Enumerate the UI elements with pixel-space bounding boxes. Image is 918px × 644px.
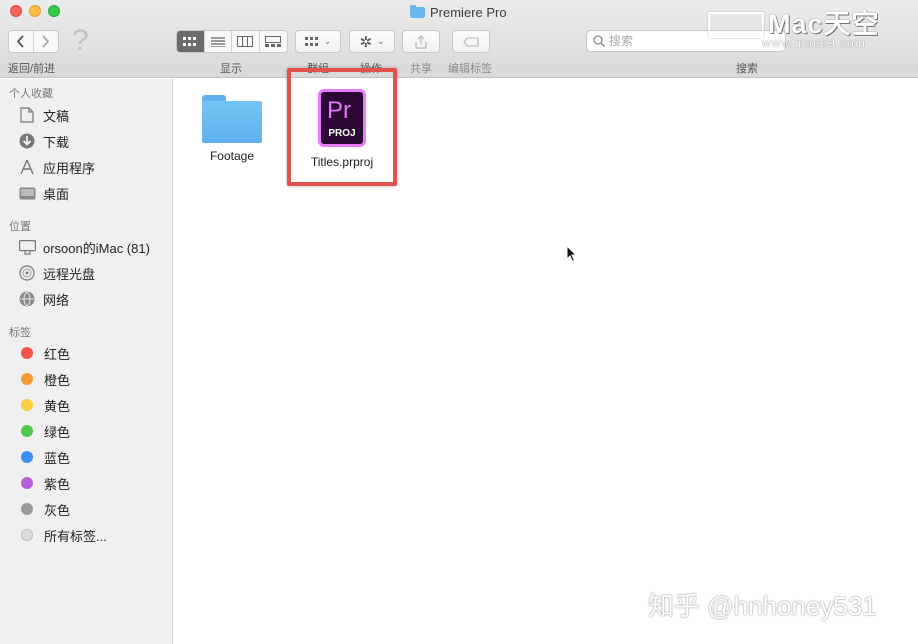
tags-label: 编辑标签: [448, 63, 492, 75]
sidebar-item-desktop[interactable]: 桌面: [18, 183, 69, 203]
sidebar-item-applications[interactable]: 应用程序: [18, 157, 95, 177]
site-watermark: Mac天空 www.mac69.com: [708, 4, 914, 52]
zoom-button[interactable]: [48, 5, 60, 17]
sidebar-item-label: 桌面: [43, 186, 70, 202]
sidebar-tag-purple[interactable]: 紫色: [18, 473, 70, 493]
sidebar-item-imac[interactable]: orsoon的iMac (81): [18, 237, 150, 257]
icon-view-button[interactable]: [177, 31, 205, 52]
sidebar-item-downloads[interactable]: 下载: [18, 131, 69, 151]
green-dot-icon: [21, 425, 33, 437]
sidebar-item-label: 蓝色: [44, 450, 71, 466]
share-icon: [415, 34, 427, 49]
file-name: Footage: [209, 149, 255, 163]
sidebar-item-label: 下载: [43, 134, 70, 150]
zhihu-watermark: 知乎 @hnhoney531: [648, 591, 877, 621]
desktop-icon: [18, 184, 36, 202]
folder-icon: [202, 95, 262, 143]
document-icon: [18, 106, 36, 124]
all-tags-icon: [21, 529, 33, 541]
folder-icon: [410, 4, 425, 18]
network-icon: [18, 290, 36, 308]
chevron-down-icon: ⌄: [323, 36, 332, 46]
sidebar-item-label: 网络: [43, 292, 70, 308]
sidebar-tag-yellow[interactable]: 黄色: [18, 395, 70, 415]
highlight-box: [287, 68, 397, 186]
sidebar-item-label: 应用程序: [43, 160, 96, 176]
close-button[interactable]: [10, 5, 22, 17]
gear-icon: ✲: [359, 33, 373, 51]
file-browser: Footage Pr PROJ Titles.prproj: [174, 79, 918, 644]
sidebar-item-label: 远程光盘: [43, 266, 96, 282]
forward-button[interactable]: [34, 31, 58, 52]
finder-window: Premiere Pro ? 返回/前进 显示 ⌄ 群组 ✲ ⌄ 操作 共享 编…: [0, 0, 918, 644]
disc-icon: [18, 264, 36, 282]
sidebar-item-label: 绿色: [44, 424, 71, 440]
gallery-icon: [265, 36, 282, 47]
chevron-left-icon: [17, 35, 24, 48]
mac-logo-watermark: [708, 12, 764, 38]
window-title: Premiere Pro: [410, 4, 507, 20]
download-icon: [18, 132, 36, 150]
purple-dot-icon: [21, 477, 33, 489]
toolbar: Premiere Pro ? 返回/前进 显示 ⌄ 群组 ✲ ⌄ 操作 共享 编…: [0, 0, 918, 78]
help-icon[interactable]: ?: [72, 24, 89, 58]
sidebar-tag-green[interactable]: 绿色: [18, 421, 70, 441]
sidebar-tag-gray[interactable]: 灰色: [18, 499, 70, 519]
tag-icon: [463, 36, 479, 47]
share-label: 共享: [410, 63, 432, 75]
search-icon: [593, 35, 605, 47]
imac-icon: [18, 238, 36, 256]
applications-icon: [18, 158, 36, 176]
group-button[interactable]: ⌄: [295, 30, 341, 53]
sidebar-tag-orange[interactable]: 橙色: [18, 369, 70, 389]
gray-dot-icon: [21, 503, 33, 515]
sidebar-tag-blue[interactable]: 蓝色: [18, 447, 70, 467]
view-label: 显示: [220, 63, 242, 75]
sidebar-item-label: 橙色: [44, 372, 71, 388]
list-icon: [210, 36, 225, 47]
watermark-url: www.mac69.com: [762, 36, 866, 50]
nav-label: 返回/前进: [8, 63, 56, 75]
window-title-text: Premiere Pro: [430, 4, 507, 20]
locations-header: 位置: [9, 221, 31, 233]
blue-dot-icon: [21, 451, 33, 463]
back-forward-control: [8, 30, 59, 53]
mouse-cursor-icon: [566, 245, 578, 263]
share-button[interactable]: [402, 30, 440, 53]
file-item-footage[interactable]: Footage: [194, 95, 270, 163]
sidebar-item-network[interactable]: 网络: [18, 289, 69, 309]
sidebar-item-documents[interactable]: 文稿: [18, 105, 69, 125]
view-mode-control: [176, 30, 288, 53]
sidebar-item-label: 灰色: [44, 502, 71, 518]
sidebar: 个人收藏 文稿 下载 应用程序 桌面 位置 orsoon的iMac (81) 远…: [0, 79, 173, 644]
red-dot-icon: [21, 347, 33, 359]
edit-tags-button[interactable]: [452, 30, 490, 53]
orange-dot-icon: [21, 373, 33, 385]
chevron-right-icon: [42, 35, 50, 48]
column-view-button[interactable]: [232, 31, 260, 52]
sidebar-item-label: orsoon的iMac (81): [43, 240, 150, 256]
tags-header: 标签: [9, 327, 31, 339]
group-grid-icon: [304, 36, 318, 46]
back-button[interactable]: [9, 31, 34, 52]
sidebar-item-remote-disc[interactable]: 远程光盘: [18, 263, 95, 283]
sidebar-item-label: 红色: [44, 346, 71, 362]
columns-icon: [237, 36, 254, 47]
sidebar-all-tags[interactable]: 所有标签...: [18, 525, 107, 545]
chevron-down-icon: ⌄: [377, 36, 385, 46]
icon-grid-icon: [183, 36, 197, 46]
action-button[interactable]: ✲ ⌄: [349, 30, 395, 53]
sidebar-item-label: 所有标签...: [44, 528, 107, 544]
sidebar-tag-red[interactable]: 红色: [18, 343, 70, 363]
list-view-button[interactable]: [205, 31, 232, 52]
sidebar-item-label: 黄色: [44, 398, 71, 414]
sidebar-item-label: 文稿: [43, 108, 70, 124]
minimize-button[interactable]: [29, 5, 41, 17]
favorites-header: 个人收藏: [9, 88, 53, 100]
gallery-view-button[interactable]: [260, 31, 287, 52]
search-label: 搜索: [736, 63, 758, 75]
yellow-dot-icon: [21, 399, 33, 411]
sidebar-item-label: 紫色: [44, 476, 71, 492]
